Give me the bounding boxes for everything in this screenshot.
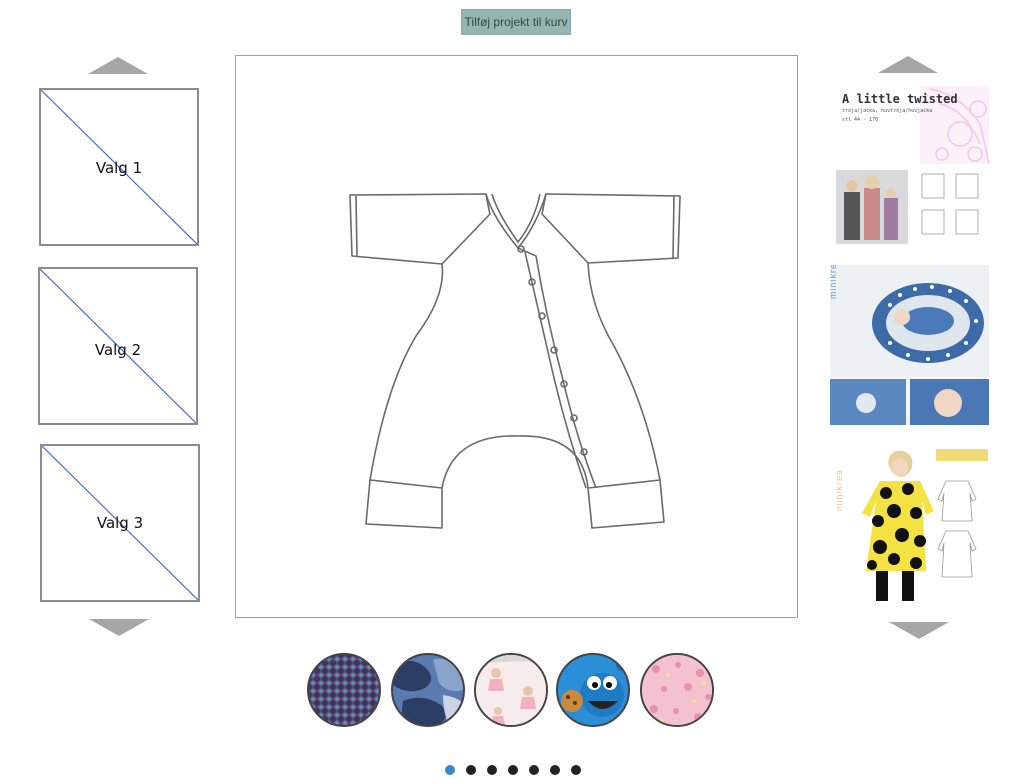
options-scroll-up-arrow[interactable] (88, 57, 148, 74)
option-label-3: Valg 3 (96, 514, 144, 532)
pagination-dot-3[interactable] (487, 765, 497, 775)
swatch-pagination (445, 765, 581, 775)
pagination-dot-4[interactable] (508, 765, 518, 775)
pagination-dot-7[interactable] (571, 765, 581, 775)
jumpsuit-drawing (349, 193, 681, 529)
fabric-swatch-multicolor-knit[interactable] (307, 653, 381, 727)
brand-logo: minikrea (834, 468, 844, 511)
fabric-swatch-pink-floral[interactable] (640, 653, 714, 727)
option-label-1: Valg 1 (95, 159, 143, 177)
option-box-1[interactable]: Valg 1 (39, 88, 199, 246)
options-scroll-down-arrow[interactable] (89, 619, 149, 636)
pattern-title: A little twisted (842, 92, 958, 106)
pattern-subtitle: tröja/jacka, huvtröja/huvjacka (842, 108, 933, 114)
pagination-dot-2[interactable] (466, 765, 476, 775)
add-project-to-cart-button[interactable]: Tilføj projekt til kurv (461, 9, 571, 35)
option-label-2: Valg 2 (94, 341, 142, 359)
option-box-3[interactable]: Valg 3 (40, 444, 200, 602)
fabric-swatch-blue-camo[interactable] (391, 653, 465, 727)
fabric-swatch-cookie-monster[interactable] (556, 653, 630, 727)
fabric-swatch-princess-print[interactable] (474, 653, 548, 727)
pagination-dot-1[interactable] (445, 765, 455, 775)
pattern-thumbnail-polka-dress[interactable]: minikrea (830, 441, 989, 601)
brand-logo: minikrea (830, 265, 838, 299)
option-box-2[interactable]: Valg 2 (38, 267, 198, 425)
garment-canvas (235, 55, 798, 618)
pattern-size: stl 44 - 170 (842, 117, 879, 123)
fabric-pattern-icon (642, 655, 712, 725)
pattern-thumbnail-a-little-twisted[interactable]: A little twisted tröja/jacka, huvtröja/h… (830, 84, 989, 246)
pagination-dot-5[interactable] (529, 765, 539, 775)
patterns-scroll-down-arrow[interactable] (889, 622, 949, 639)
patterns-scroll-up-arrow[interactable] (878, 56, 938, 73)
pattern-cover-illustration (830, 265, 989, 425)
fabric-pattern-icon (393, 655, 463, 725)
fabric-pattern-icon (309, 655, 379, 725)
pattern-cover-illustration (862, 449, 988, 601)
pattern-thumbnail-baby-nest[interactable]: minikrea (830, 265, 989, 425)
fabric-pattern-icon (476, 655, 546, 725)
pagination-dot-6[interactable] (550, 765, 560, 775)
fabric-pattern-icon (558, 655, 628, 725)
